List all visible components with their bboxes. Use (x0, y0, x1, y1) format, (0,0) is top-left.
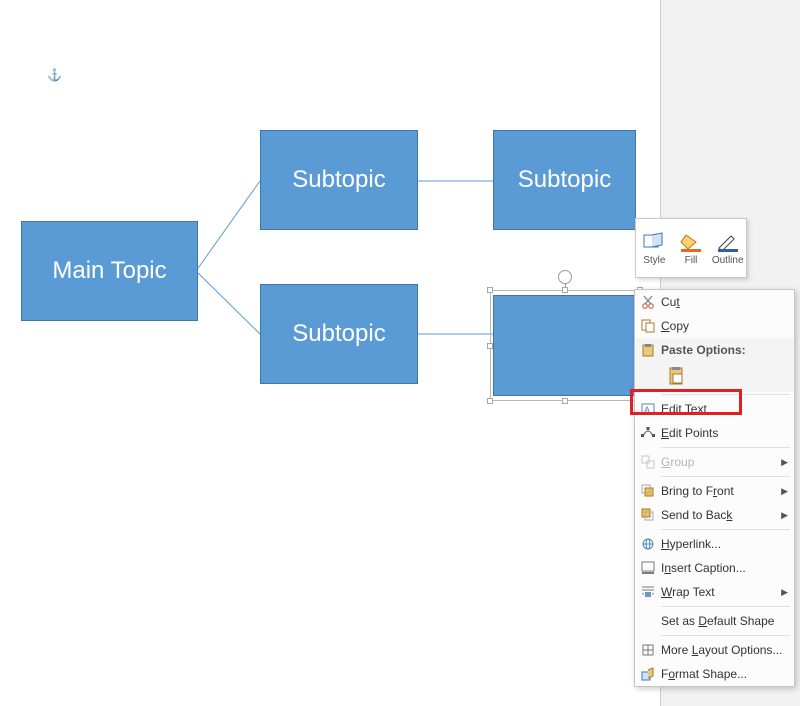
menu-group: Group ▶ (635, 450, 794, 474)
menu-edit-points[interactable]: Edit Points (635, 421, 794, 445)
outline-label: Outline (712, 255, 744, 266)
more-layout-icon (635, 643, 661, 657)
shape-label: Subtopic (292, 166, 385, 194)
menu-label: Paste Options: (661, 343, 794, 357)
format-shape-icon (635, 667, 661, 681)
menu-set-default-shape[interactable]: Set as Default Shape (635, 609, 794, 633)
menu-label: Send to Back (661, 508, 794, 522)
menu-separator (661, 476, 790, 477)
style-label: Style (643, 255, 665, 266)
group-icon (635, 455, 661, 469)
insert-caption-icon (635, 561, 661, 575)
menu-label: Bring to Front (661, 484, 794, 498)
cut-icon (635, 295, 661, 309)
bring-to-front-icon (635, 484, 661, 498)
document-canvas[interactable]: ⚓ Main Topic Subtopic Subtopic Subtopic (0, 0, 660, 706)
wrap-text-icon (635, 585, 661, 599)
menu-label: Edit Text (661, 402, 794, 416)
menu-copy[interactable]: Copy (635, 314, 794, 338)
menu-label: Set as Default Shape (661, 614, 794, 628)
copy-icon (635, 319, 661, 333)
menu-label: Wrap Text (661, 585, 794, 599)
outline-button[interactable]: Outline (709, 219, 746, 277)
menu-edit-text[interactable]: A Edit Text (635, 397, 794, 421)
menu-separator (661, 635, 790, 636)
paste-picture-icon (667, 365, 687, 389)
resize-handle[interactable] (562, 398, 568, 404)
menu-paste-option[interactable] (635, 362, 794, 392)
fill-button[interactable]: Fill (673, 219, 710, 277)
context-menu: Cut Copy Paste Options: A Edit Text Edit… (634, 289, 795, 687)
submenu-arrow-icon: ▶ (781, 486, 788, 497)
shape-selected[interactable] (490, 290, 640, 401)
shape-subtopic-bottom-right[interactable] (493, 295, 637, 396)
shape-label: Subtopic (292, 320, 385, 348)
edit-points-icon (635, 426, 661, 440)
shape-label: Main Topic (52, 257, 166, 285)
menu-separator (661, 606, 790, 607)
fill-label: Fill (685, 255, 698, 266)
style-button[interactable]: Style (636, 219, 673, 277)
menu-insert-caption[interactable]: Insert Caption... (635, 556, 794, 580)
menu-hyperlink[interactable]: Hyperlink... (635, 532, 794, 556)
menu-separator (661, 529, 790, 530)
submenu-arrow-icon: ▶ (781, 510, 788, 521)
menu-separator (661, 394, 790, 395)
shape-label: Subtopic (518, 166, 611, 194)
menu-label: Format Shape... (661, 667, 794, 681)
submenu-arrow-icon: ▶ (781, 457, 788, 468)
mini-toolbar: Style Fill Outline (635, 218, 747, 278)
style-icon (643, 231, 665, 253)
paste-icon (635, 343, 661, 357)
shape-main-topic[interactable]: Main Topic (21, 221, 198, 321)
shape-subtopic-top-right[interactable]: Subtopic (493, 130, 636, 230)
shape-subtopic-top-left[interactable]: Subtopic (260, 130, 418, 230)
outline-icon (717, 231, 739, 253)
menu-label: Edit Points (661, 426, 794, 440)
menu-label: Cut (661, 295, 794, 309)
menu-cut[interactable]: Cut (635, 290, 794, 314)
menu-label: Group (661, 455, 794, 469)
fill-icon (680, 231, 702, 253)
menu-more-layout-options[interactable]: More Layout Options... (635, 638, 794, 662)
menu-label: Hyperlink... (661, 537, 794, 551)
menu-separator (661, 447, 790, 448)
resize-handle[interactable] (487, 343, 493, 349)
edit-text-icon: A (635, 402, 661, 416)
menu-paste-options-header: Paste Options: (635, 338, 794, 362)
resize-handle[interactable] (562, 287, 568, 293)
resize-handle[interactable] (487, 398, 493, 404)
shape-subtopic-bottom-left[interactable]: Subtopic (260, 284, 418, 384)
menu-label: Copy (661, 319, 794, 333)
send-to-back-icon (635, 508, 661, 522)
menu-send-to-back[interactable]: Send to Back ▶ (635, 503, 794, 527)
menu-label: More Layout Options... (661, 643, 794, 657)
resize-handle[interactable] (487, 287, 493, 293)
rotate-handle[interactable] (558, 270, 572, 284)
svg-text:A: A (644, 405, 650, 415)
menu-label: Insert Caption... (661, 561, 794, 575)
menu-wrap-text[interactable]: Wrap Text ▶ (635, 580, 794, 604)
hyperlink-icon (635, 537, 661, 551)
menu-bring-to-front[interactable]: Bring to Front ▶ (635, 479, 794, 503)
menu-format-shape[interactable]: Format Shape... (635, 662, 794, 686)
submenu-arrow-icon: ▶ (781, 587, 788, 598)
